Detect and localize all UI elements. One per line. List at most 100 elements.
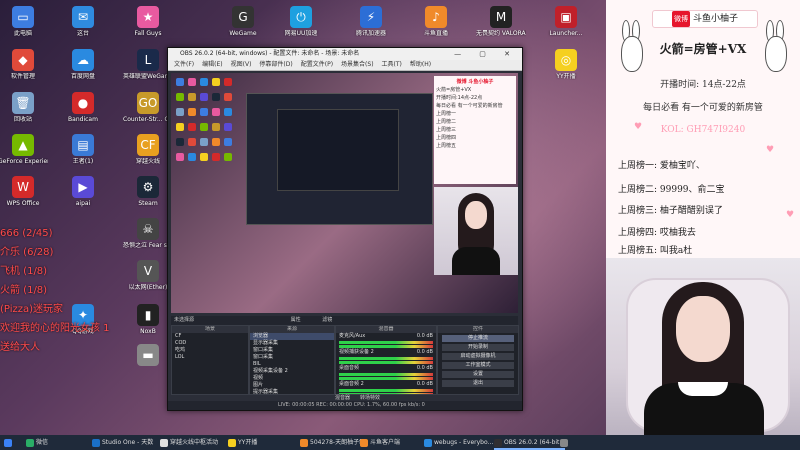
source-item[interactable]: 视频采集设备 2 bbox=[250, 368, 334, 375]
desktop-shortcut[interactable]: ▤ 王者(1) bbox=[58, 134, 108, 165]
taskbar-item[interactable]: 穿越火线中枢活动 bbox=[160, 435, 218, 450]
mixer-channel[interactable]: 麦克风/Aux 0.0 dB bbox=[336, 333, 436, 348]
mixer-channel-name: 桌面音频 2 bbox=[339, 381, 364, 387]
taskbar-item[interactable]: Studio One - 天数 bbox=[92, 435, 153, 450]
taskbar-item[interactable]: YY开播 bbox=[228, 435, 257, 450]
desktop-shortcut[interactable]: L 英雄联盟WeGame bbox=[123, 49, 173, 80]
controls-panel[interactable]: 控件 停止推流 开始录制 启动虚拟摄像机 工作室模式 设置 退出 bbox=[437, 325, 519, 395]
menu-item[interactable]: 文件(F) bbox=[174, 61, 194, 68]
desktop-shortcut[interactable]: ◆ 软件管理 bbox=[0, 49, 48, 80]
mixer-channel[interactable]: 桌面音频 2 0.0 dB bbox=[336, 381, 436, 394]
control-button[interactable]: 启动虚拟摄像机 bbox=[442, 353, 514, 360]
taskbar-item[interactable] bbox=[4, 435, 14, 450]
desktop-shortcut[interactable]: ▲ GeForce Experience bbox=[0, 134, 48, 165]
desktop-shortcut[interactable]: M 无畏契约 VALORANT bbox=[476, 6, 526, 37]
desktop-shortcut[interactable]: GO Counter-Str... Global Off... bbox=[123, 92, 173, 123]
desktop-shortcut-label: 英雄联盟WeGame bbox=[123, 73, 173, 80]
app-icon: ✉ bbox=[72, 6, 94, 28]
desktop-shortcut[interactable]: ☁ 百度网盘 bbox=[58, 49, 108, 80]
scenes-list[interactable]: CF COD 吃鸡 LOL bbox=[172, 333, 248, 361]
obs-window[interactable]: OBS 26.0.2 (64-bit, windows) - 配置文件: 未命名… bbox=[167, 47, 523, 411]
preview-icon bbox=[224, 108, 232, 116]
source-item[interactable]: 窗口采集 bbox=[250, 347, 334, 354]
menu-item[interactable]: 停靠部件(D) bbox=[259, 61, 292, 68]
desktop-shortcut[interactable]: G WeGame bbox=[218, 6, 268, 37]
desktop-shortcut[interactable]: ⚙ Steam bbox=[123, 176, 173, 207]
source-item[interactable]: 显示器采集 bbox=[250, 340, 334, 347]
source-item[interactable]: BIL bbox=[250, 361, 334, 368]
desktop-shortcut[interactable]: ▣ Launcher... bbox=[541, 6, 591, 37]
menu-item[interactable]: 编辑(E) bbox=[202, 61, 222, 68]
control-button[interactable]: 设置 bbox=[442, 371, 514, 378]
source-item[interactable]: 提示器采集 bbox=[250, 389, 334, 394]
preview-icon bbox=[188, 78, 196, 86]
taskbar-item[interactable]: 504278-天朗柚子fi... bbox=[300, 435, 369, 450]
menu-item[interactable]: 视图(V) bbox=[231, 61, 252, 68]
menu-item[interactable]: 帮助(H) bbox=[410, 61, 431, 68]
taskbar-item[interactable]: webugs - Everybo... bbox=[424, 435, 493, 450]
preview-icon bbox=[176, 138, 184, 146]
desktop-shortcut[interactable]: ♪ 斗鱼直播 bbox=[411, 6, 461, 37]
window-controls[interactable]: — ▢ ✕ bbox=[454, 48, 518, 60]
mixer-channel[interactable]: 桌面音频 0.0 dB bbox=[336, 365, 436, 380]
source-item[interactable]: 浏览器 bbox=[250, 333, 334, 340]
preview-icon bbox=[176, 78, 184, 86]
obs-menu-bar[interactable]: 文件(F) 编辑(E) 视图(V) 停靠部件(D) 配置文件(P) 场景集合(S) 工具(T… bbox=[168, 60, 522, 71]
menu-item[interactable]: 配置文件(P) bbox=[301, 61, 333, 68]
sources-list[interactable]: 浏览器显示器采集窗口采集窗口采集BIL视频采集设备 2视频图片提示器采集音频输出… bbox=[250, 333, 334, 394]
preview-icon bbox=[200, 123, 208, 131]
source-item[interactable]: 窗口采集 bbox=[250, 354, 334, 361]
scene-item[interactable]: CF bbox=[172, 333, 248, 340]
desktop-shortcut[interactable]: ⏻ 网易UU加速 bbox=[276, 6, 326, 37]
obs-preview[interactable]: 微博 斗鱼小柚子 火箭=房管+VX 开播时间:14点-22点 每日必看 有一个可爱的… bbox=[171, 73, 518, 313]
source-item[interactable]: 图片 bbox=[250, 382, 334, 389]
control-button[interactable]: 开始录制 bbox=[442, 344, 514, 351]
mixer-channel[interactable]: 视频捕获设备 2 0.0 dB bbox=[336, 349, 436, 364]
mixer-channels[interactable]: 麦克风/Aux 0.0 dB 视频捕获设备 2 0.0 dB 桌面音频 0.0 dB 桌面音… bbox=[336, 333, 436, 394]
control-button[interactable]: 工作室模式 bbox=[442, 362, 514, 369]
desktop-shortcut[interactable]: ◎ YY开播 bbox=[541, 49, 591, 80]
menu-item[interactable]: 场景集合(S) bbox=[341, 61, 374, 68]
mixer-header: 混音器 bbox=[336, 326, 436, 333]
taskbar-item[interactable] bbox=[560, 435, 570, 450]
rank-entry: 上周榜一: 爱柚宝吖、 bbox=[618, 161, 705, 171]
scene-item[interactable]: LOL bbox=[172, 354, 248, 361]
sources-panel[interactable]: 来源 浏览器显示器采集窗口采集窗口采集BIL视频采集设备 2视频图片提示器采集音… bbox=[249, 325, 335, 395]
controls-buttons[interactable]: 停止推流开始录制启动虚拟摄像机 工作室模式设置退出 bbox=[438, 335, 518, 387]
control-button[interactable]: 退出 bbox=[442, 380, 514, 387]
scene-item[interactable]: 吃鸡 bbox=[172, 347, 248, 354]
taskbar-item[interactable]: OBS 26.0.2 (64-bit... bbox=[494, 435, 566, 450]
desktop-shortcut[interactable]: W WPS Office bbox=[0, 176, 48, 207]
desktop-shortcut[interactable]: ★ Fall Guys bbox=[123, 6, 173, 37]
taskbar-item[interactable]: 斗鱼客户端 bbox=[360, 435, 400, 450]
source-item[interactable]: 视频 bbox=[250, 375, 334, 382]
desktop-shortcut[interactable]: 🗑 回收站 bbox=[0, 92, 48, 123]
mixer-tabs[interactable]: 混音器 转场特效 bbox=[335, 394, 390, 401]
filters-button[interactable]: 滤镜 bbox=[322, 317, 332, 323]
app-icon: W bbox=[12, 176, 34, 198]
mixer-panel[interactable]: 混音器 麦克风/Aux 0.0 dB 视频捕获设备 2 0.0 dB 桌面音频 0.0 d… bbox=[335, 325, 437, 395]
scene-item[interactable]: COD bbox=[172, 340, 248, 347]
volume-meter bbox=[339, 357, 433, 360]
taskbar-app-icon bbox=[360, 438, 368, 447]
menu-item[interactable]: 工具(T) bbox=[382, 61, 402, 68]
obs-title-bar[interactable]: OBS 26.0.2 (64-bit, windows) - 配置文件: 未命名… bbox=[168, 48, 522, 60]
app-icon: M bbox=[490, 6, 512, 28]
desktop-shortcut[interactable]: ● Bandicam bbox=[58, 92, 108, 123]
desktop-shortcut[interactable]: ✉ 这台 bbox=[58, 6, 108, 37]
desktop-shortcut[interactable]: ⚡ 腾讯加速器 bbox=[346, 6, 396, 37]
mixer-channel-level: 0.0 dB bbox=[416, 381, 433, 387]
desktop-shortcut[interactable]: ▶ aipai bbox=[58, 176, 108, 207]
desktop-shortcut[interactable]: CF 穿越火线 bbox=[123, 134, 173, 165]
app-icon: ▭ bbox=[12, 6, 34, 28]
control-button[interactable]: 停止推流 bbox=[442, 335, 514, 342]
taskbar[interactable]: 微信 Studio One - 天数 穿越火线中枢活动 YY开播 504278-天朗柚子… bbox=[0, 435, 800, 450]
properties-button[interactable]: 属性 bbox=[291, 317, 301, 323]
desktop-shortcut[interactable]: ▭ 此电脑 bbox=[0, 6, 48, 37]
scenes-panel[interactable]: 场景 CF COD 吃鸡 LOL bbox=[171, 325, 249, 395]
app-icon: ♪ bbox=[425, 6, 447, 28]
heart-icon: ♥ bbox=[634, 122, 643, 132]
preview-icon bbox=[188, 138, 196, 146]
notes-card-line: 上周榜二 bbox=[436, 119, 457, 125]
taskbar-item[interactable]: 微信 bbox=[26, 435, 48, 450]
